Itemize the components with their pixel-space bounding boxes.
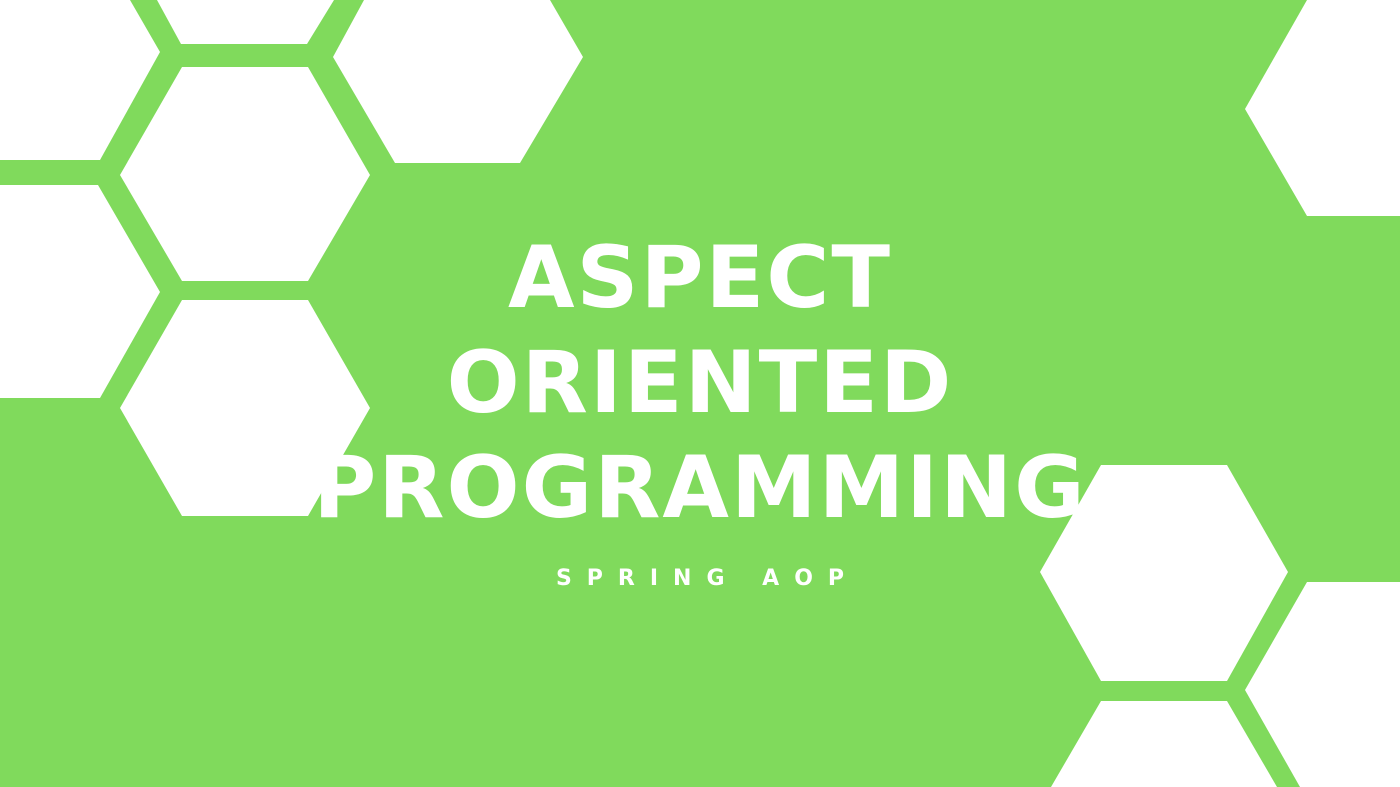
hexagon-shape (157, 0, 334, 44)
title-line: ORIENTED (446, 333, 954, 433)
title-block: ASPECT ORIENTED PROGRAMMING (0, 226, 1400, 541)
subtitle: SPRING AOP (555, 566, 860, 591)
banner: ASPECT ORIENTED PROGRAMMING SPRING AOP (0, 0, 1400, 787)
title-line: ASPECT (507, 228, 893, 328)
title-line: PROGRAMMING (313, 438, 1087, 538)
